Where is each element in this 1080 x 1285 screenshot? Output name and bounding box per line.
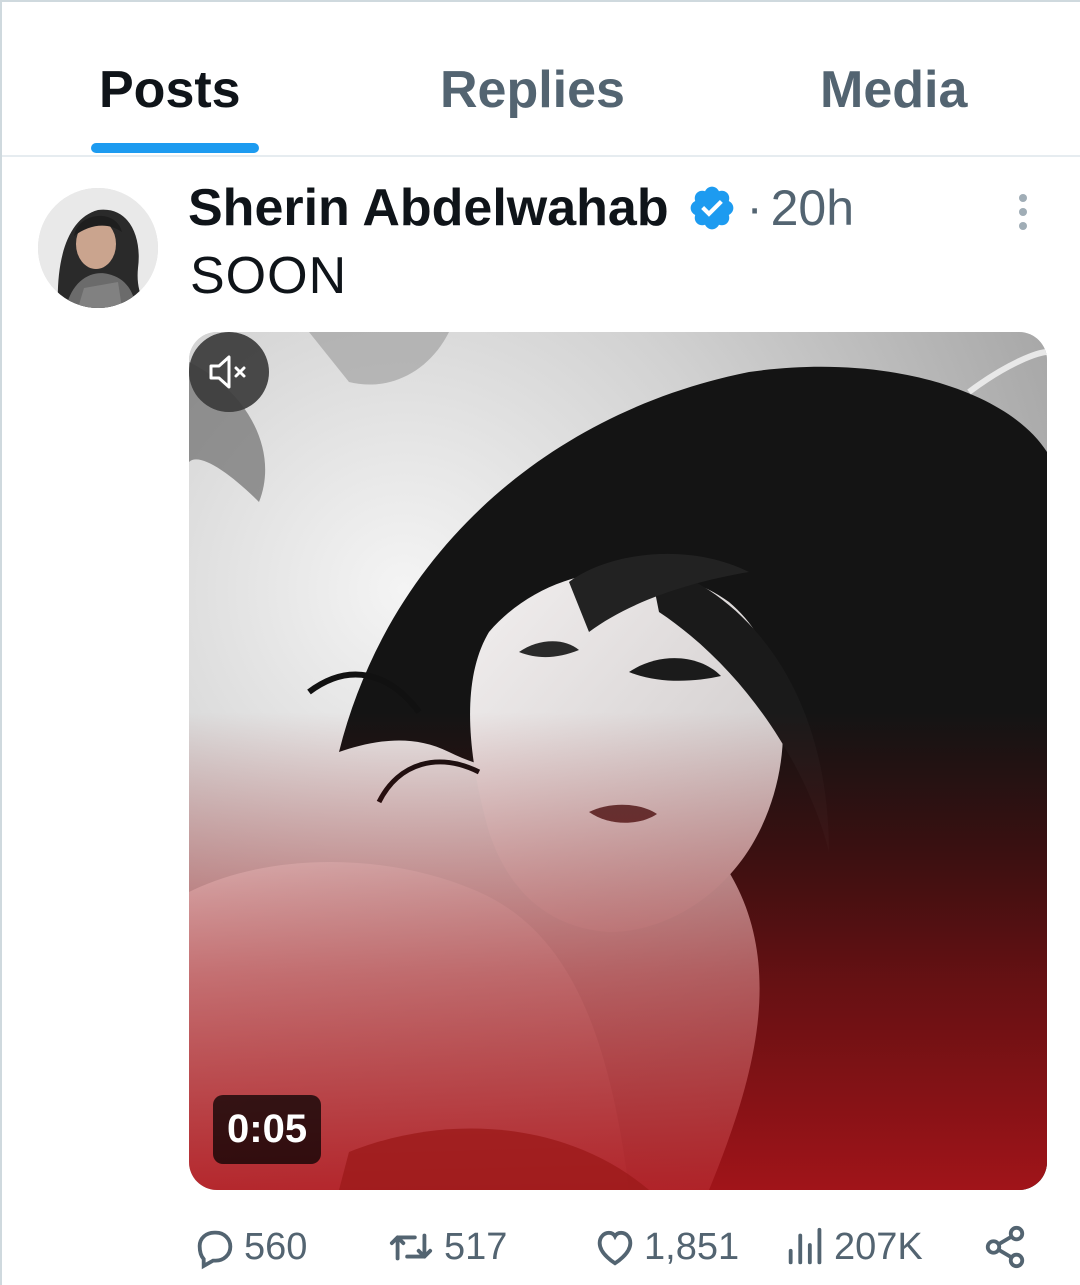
post-timestamp[interactable]: 20h xyxy=(771,179,854,237)
more-icon[interactable] xyxy=(1010,190,1036,234)
repost-button[interactable]: 517 xyxy=(384,1222,507,1272)
profile-tabs: Posts Replies Media xyxy=(2,2,1080,157)
like-icon xyxy=(597,1230,633,1266)
views-count: 207K xyxy=(834,1225,923,1268)
verified-badge-icon xyxy=(690,186,733,230)
post-actions: 560 517 1,851 207K xyxy=(2,1202,1080,1285)
post-text: SOON xyxy=(190,247,348,305)
views-button[interactable]: 207K xyxy=(784,1222,923,1272)
like-button[interactable]: 1,851 xyxy=(592,1222,739,1272)
repost-count: 517 xyxy=(444,1225,508,1268)
active-tab-indicator xyxy=(91,143,259,153)
video-frame-image xyxy=(189,332,1047,1190)
reply-count: 560 xyxy=(244,1225,308,1268)
reply-button[interactable]: 560 xyxy=(192,1222,307,1272)
share-button[interactable] xyxy=(982,1222,1034,1272)
mute-icon[interactable] xyxy=(189,332,269,412)
reply-icon xyxy=(197,1230,233,1270)
avatar-image xyxy=(38,188,158,308)
avatar[interactable] xyxy=(38,188,158,308)
tab-replies[interactable]: Replies xyxy=(440,60,625,120)
like-count: 1,851 xyxy=(644,1225,740,1268)
post-header: Sherin Abdelwahab · 20h xyxy=(188,178,854,238)
tab-posts[interactable]: Posts xyxy=(99,60,241,120)
share-icon xyxy=(985,1225,1025,1269)
repost-icon xyxy=(389,1233,433,1261)
author-name[interactable]: Sherin Abdelwahab xyxy=(188,178,669,238)
tab-media[interactable]: Media xyxy=(820,60,967,120)
separator-dot: · xyxy=(746,181,763,235)
video-duration: 0:05 xyxy=(213,1095,322,1164)
screen-frame: Posts Replies Media Sherin Abdelwahab · … xyxy=(0,0,1080,1285)
views-icon xyxy=(788,1227,822,1265)
post-video[interactable]: 0:05 xyxy=(189,332,1047,1190)
